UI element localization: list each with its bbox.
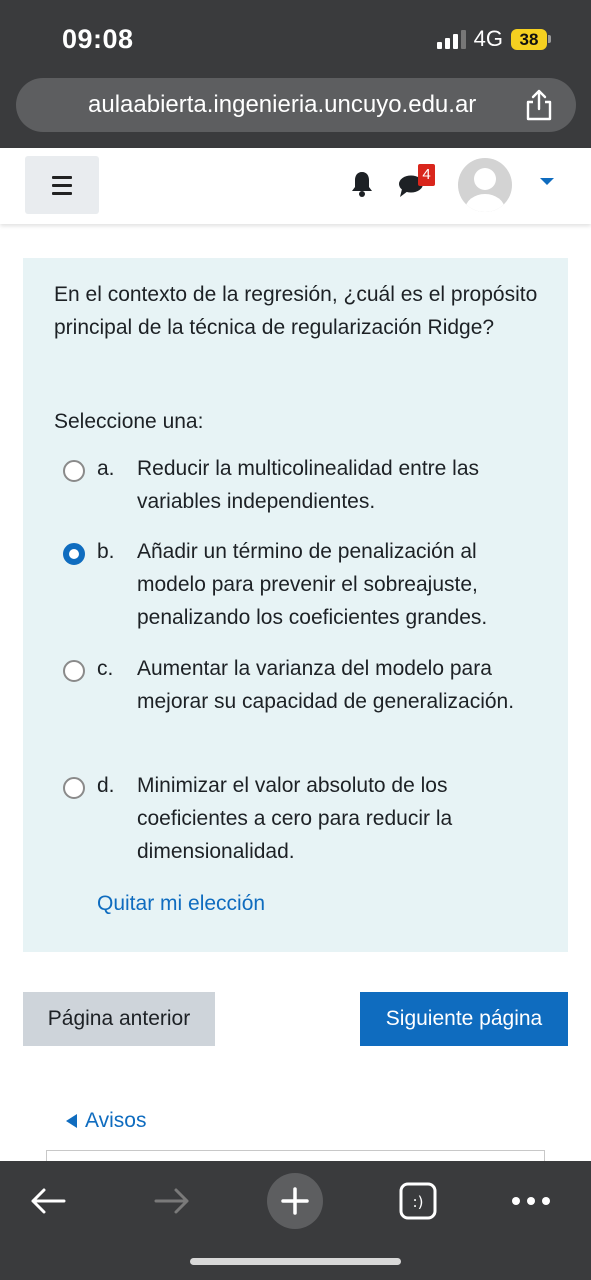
bell-icon[interactable] (350, 170, 374, 198)
battery-level: 38 (511, 28, 547, 50)
option-text: Aumentar la varianza del modelo para mej… (137, 657, 515, 713)
option-d[interactable]: d. Minimizar el valor absoluto de los co… (63, 769, 543, 868)
phone-screen: 09:08 4G 38 aulaabierta.ingenieria.uncuy… (0, 0, 591, 1280)
next-page-button[interactable]: Siguiente página (360, 992, 568, 1046)
question-card: En el contexto de la regresión, ¿cuál es… (23, 258, 568, 952)
signal-icon (436, 29, 466, 49)
plus-icon[interactable] (267, 1173, 323, 1229)
site-header: 4 (0, 148, 591, 224)
browser-bottom-toolbar: :) (0, 1161, 591, 1280)
option-letter: b. (97, 540, 115, 563)
previous-page-button[interactable]: Página anterior (23, 992, 215, 1046)
avisos-link[interactable]: Avisos (66, 1109, 146, 1133)
option-letter: c. (97, 657, 114, 680)
option-c[interactable]: c. Aumentar la varianza del modelo para … (63, 652, 543, 718)
back-arrow-icon[interactable] (20, 1173, 76, 1229)
option-b[interactable]: b. Añadir un término de penalización al … (63, 535, 543, 634)
svg-text::): :) (413, 1193, 424, 1211)
battery-icon: 38 (511, 28, 551, 50)
option-letter: d. (97, 774, 115, 797)
option-text: Minimizar el valor absoluto de los coefi… (137, 774, 453, 863)
tabs-icon[interactable]: :) (390, 1173, 446, 1229)
question-prompt: Seleccione una: (54, 410, 204, 433)
forward-arrow-icon[interactable] (144, 1173, 200, 1229)
avisos-label: Avisos (85, 1109, 147, 1132)
option-letter: a. (97, 457, 115, 480)
radio-a[interactable] (63, 460, 85, 482)
option-text: Añadir un término de penalización al mod… (137, 540, 488, 629)
hamburger-icon[interactable] (25, 156, 99, 214)
url-text: aulaabierta.ingenieria.uncuyo.edu.ar (88, 91, 477, 118)
avatar[interactable] (458, 158, 512, 212)
home-indicator[interactable] (190, 1258, 401, 1265)
clear-choice-link[interactable]: Quitar mi elección (97, 892, 265, 916)
triangle-left-icon (66, 1114, 77, 1128)
network-type: 4G (473, 26, 503, 51)
message-count-badge: 4 (418, 164, 435, 186)
option-text: Reducir la multicolinealidad entre las v… (137, 457, 480, 513)
user-menu-caret-icon[interactable] (540, 178, 554, 185)
radio-d[interactable] (63, 777, 85, 799)
browser-top-chrome: 09:08 4G 38 aulaabierta.ingenieria.uncuy… (0, 0, 591, 148)
share-icon[interactable] (524, 88, 554, 122)
radio-b[interactable] (63, 543, 85, 565)
question-text: En el contexto de la regresión, ¿cuál es… (54, 283, 538, 339)
more-icon[interactable] (503, 1173, 559, 1229)
option-a[interactable]: a. Reducir la multicolinealidad entre la… (63, 452, 543, 518)
radio-c[interactable] (63, 660, 85, 682)
status-indicators: 4G 38 (436, 26, 551, 52)
address-bar[interactable]: aulaabierta.ingenieria.uncuyo.edu.ar (16, 78, 576, 132)
status-time: 09:08 (62, 24, 134, 54)
